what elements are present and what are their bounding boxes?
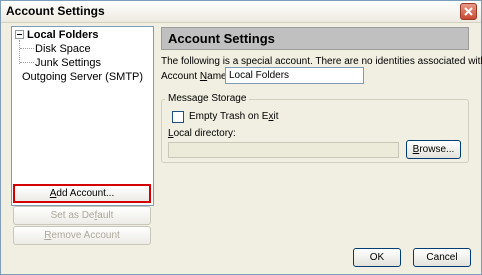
button-text: dd Account... [56,188,115,199]
label-text: Empty Trash on E [189,111,269,122]
tree-item-label: Local Folders [27,29,99,41]
set-as-default-button[interactable]: Set as Default [13,206,151,225]
ok-button[interactable]: OK [353,248,401,267]
browse-button[interactable]: Browse... [406,140,461,159]
label-text: Account [161,71,200,82]
tree-item-label: Outgoing Server (SMTP) [22,71,144,83]
tree-item-label: Junk Settings [35,57,102,69]
add-account-button[interactable]: Add Account... [13,184,151,203]
tree-connector [19,40,20,64]
tree-connector [20,48,34,49]
close-button[interactable] [460,3,477,20]
tree-item-label: Disk Space [35,43,91,55]
account-name-label: Account Name: [161,71,229,82]
button-text: ault [97,210,114,221]
button-text: Set as De [50,210,95,221]
message-storage-legend: Message Storage [165,93,250,104]
page-title: Account Settings [168,31,275,46]
button-text: emove Account [51,230,120,241]
empty-trash-checkbox[interactable] [172,111,184,123]
collapse-toggle-icon[interactable] [15,30,24,39]
local-directory-label: Local directory: [168,128,236,139]
tree-item-local-folders[interactable]: Local Folders [27,28,99,42]
label-text: ocal directory: [173,128,236,139]
page-header: Account Settings [161,27,469,50]
label-text: it [273,111,279,122]
account-tree[interactable]: Local Folders Disk Space Junk Settings O… [11,26,154,206]
tree-item-disk-space[interactable]: Disk Space [35,42,91,56]
title-bar[interactable]: Account Settings [1,1,481,23]
window-title: Account Settings [6,4,105,18]
account-settings-window: Account Settings Local Folders Disk Spac… [0,0,482,275]
empty-trash-label[interactable]: Empty Trash on Exit [189,111,278,122]
local-directory-field[interactable] [168,142,399,158]
tree-item-outgoing-server[interactable]: Outgoing Server (SMTP) [22,70,143,84]
account-name-field[interactable]: Local Folders [225,67,364,84]
tree-item-junk-settings[interactable]: Junk Settings [35,56,101,70]
remove-account-button[interactable]: Remove Account [13,226,151,245]
button-text: rowse... [419,144,455,155]
info-text: The following is a special account. Ther… [161,56,482,67]
tree-connector [20,62,34,63]
cancel-button[interactable]: Cancel [413,248,471,267]
close-icon [464,7,473,16]
